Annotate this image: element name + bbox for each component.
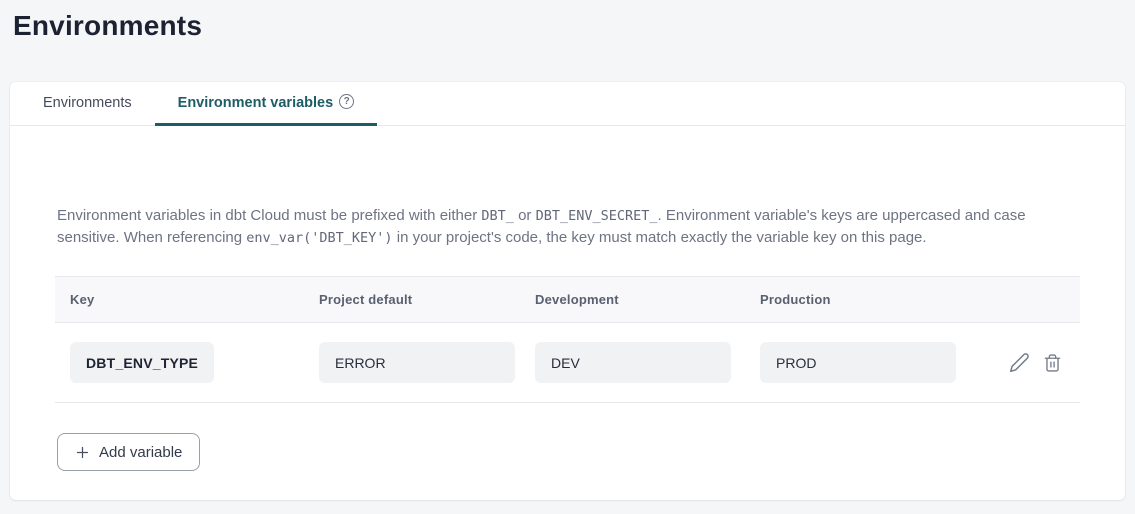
tab-content: Environment variables in dbt Cloud must … xyxy=(10,205,1125,471)
description-text: Environment variables in dbt Cloud must … xyxy=(55,205,1080,249)
inline-code: DBT_ xyxy=(481,208,514,224)
tab-environments-label: Environments xyxy=(43,95,132,111)
add-variable-label: Add variable xyxy=(99,444,182,461)
cell-production: PROD xyxy=(760,342,988,383)
tab-environment-variables[interactable]: Environment variables ? xyxy=(155,82,378,126)
development-chip: DEV xyxy=(535,342,731,383)
table-header-row: Key Project default Development Producti… xyxy=(55,277,1080,323)
column-header-key: Key xyxy=(70,292,319,307)
environments-page: Environments Environments Environment va… xyxy=(0,0,1135,500)
inline-text: or xyxy=(514,207,536,224)
key-chip: DBT_ENV_TYPE xyxy=(70,342,214,383)
plus-icon xyxy=(75,445,90,460)
cell-development: DEV xyxy=(535,342,760,383)
tab-environment-variables-label: Environment variables xyxy=(178,95,334,111)
tab-bar: Environments Environment variables ? xyxy=(10,82,1125,126)
column-header-development: Development xyxy=(535,292,760,307)
pencil-icon xyxy=(1009,352,1030,373)
inline-code: env_var('DBT_KEY') xyxy=(246,230,392,246)
row-actions xyxy=(988,352,1080,373)
cell-key: DBT_ENV_TYPE xyxy=(70,342,319,383)
table-row: DBT_ENV_TYPE ERROR DEV PROD xyxy=(55,323,1080,403)
column-header-project-default: Project default xyxy=(319,292,535,307)
inline-text: Environment variables in dbt Cloud must … xyxy=(57,207,481,224)
inline-code: DBT_ENV_SECRET_ xyxy=(536,208,658,224)
page-title: Environments xyxy=(13,10,1125,42)
cell-project-default: ERROR xyxy=(319,342,535,383)
column-header-production: Production xyxy=(760,292,988,307)
edit-button[interactable] xyxy=(1009,352,1030,373)
help-icon[interactable]: ? xyxy=(339,94,354,109)
project-default-chip: ERROR xyxy=(319,342,515,383)
production-chip: PROD xyxy=(760,342,956,383)
env-variables-table: Key Project default Development Producti… xyxy=(55,276,1080,403)
add-variable-button[interactable]: Add variable xyxy=(57,433,200,471)
environments-card: Environments Environment variables ? Env… xyxy=(10,82,1125,500)
tab-environments[interactable]: Environments xyxy=(20,82,155,126)
delete-button[interactable] xyxy=(1043,353,1062,373)
inline-text: in your project's code, the key must mat… xyxy=(393,229,927,246)
trash-icon xyxy=(1043,353,1062,373)
